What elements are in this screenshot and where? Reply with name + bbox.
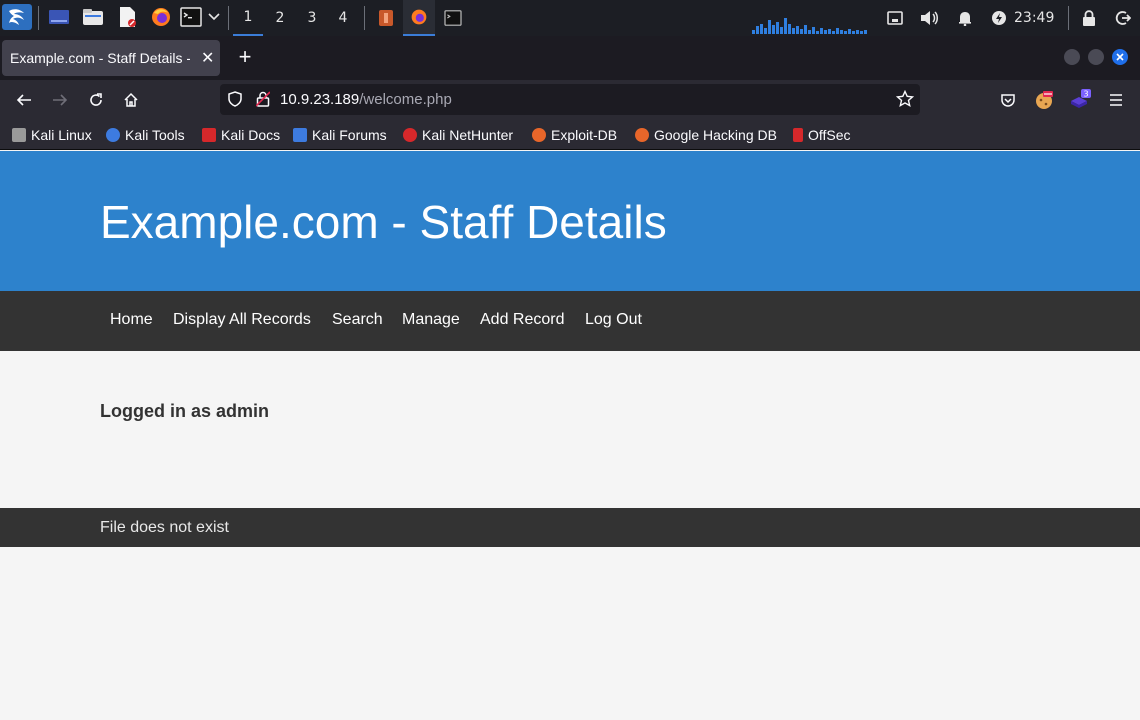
cookie-extension-icon[interactable] <box>1031 87 1057 113</box>
close-icon <box>1116 53 1124 61</box>
bookmark-kali-forums[interactable]: Kali Forums <box>293 126 387 144</box>
close-window-button[interactable] <box>1112 49 1128 65</box>
reload-icon <box>90 93 102 106</box>
kali-forums-icon <box>293 128 307 142</box>
kali-menu-button[interactable] <box>2 4 32 30</box>
bookmark-google-hacking-db[interactable]: Google Hacking DB <box>635 126 777 144</box>
bookmark-kali-tools[interactable]: Kali Tools <box>106 126 185 144</box>
site-footer: File does not exist <box>0 508 1140 547</box>
tracking-protection-shield-icon[interactable] <box>222 86 248 112</box>
panel-separator <box>364 6 365 30</box>
bookmark-label: OffSec <box>808 127 851 143</box>
maximize-button[interactable] <box>1088 49 1104 65</box>
taskbar-burp-icon[interactable] <box>370 0 402 36</box>
insecure-lock-icon[interactable] <box>250 86 276 112</box>
bookmark-kali-docs[interactable]: Kali Docs <box>202 126 280 144</box>
nav-search-link[interactable]: Search <box>332 311 383 329</box>
logout-icon[interactable] <box>1112 0 1134 36</box>
network-icon[interactable] <box>884 0 906 36</box>
lock-screen-icon[interactable] <box>1078 0 1100 36</box>
back-button[interactable] <box>11 87 37 113</box>
nav-home-link[interactable]: Home <box>110 311 153 329</box>
power-manager-icon[interactable] <box>988 0 1010 36</box>
kali-tools-icon <box>106 128 120 142</box>
bookmark-label: Kali NetHunter <box>422 127 514 143</box>
offsec-icon <box>793 128 803 142</box>
bookmark-offsec[interactable]: OffSec <box>793 126 851 144</box>
bookmark-kali-nethunter[interactable]: Kali NetHunter <box>403 126 513 144</box>
new-tab-button[interactable]: + <box>234 44 256 70</box>
forward-button[interactable] <box>47 87 73 113</box>
tab-title: Example.com - Staff Details - Mozilla Fi… <box>10 50 190 66</box>
terminal-launcher-icon[interactable] <box>180 4 202 30</box>
tab-close-icon[interactable]: ✕ <box>201 48 214 68</box>
extension-badge-icon[interactable]: 3 <box>1067 87 1093 113</box>
bookmark-exploit-db[interactable]: Exploit-DB <box>532 126 617 144</box>
text-editor-icon[interactable] <box>114 4 140 30</box>
pocket-icon[interactable] <box>995 87 1021 113</box>
browser-tab[interactable]: Example.com - Staff Details - Mozilla Fi… <box>2 40 220 76</box>
panel-separator <box>38 6 39 30</box>
taskbar-firefox-icon[interactable] <box>403 0 435 36</box>
site-nav: Home Display All Records Search Manage A… <box>0 291 1140 351</box>
bookmark-label: Kali Linux <box>31 127 92 143</box>
nav-log-out-link[interactable]: Log Out <box>585 311 642 329</box>
url-path: /welcome.php <box>359 91 452 108</box>
panel-separator <box>228 6 229 30</box>
nav-display-all-records-link[interactable]: Display All Records <box>173 311 311 329</box>
workspace-2[interactable]: 2 <box>265 0 295 36</box>
kali-docs-icon <box>202 128 216 142</box>
home-button[interactable] <box>118 87 144 113</box>
chevron-down-icon[interactable] <box>206 4 222 30</box>
site-title: Example.com - Staff Details <box>100 196 667 248</box>
bookmark-star-icon[interactable] <box>892 86 918 112</box>
workspace-4[interactable]: 4 <box>328 0 358 36</box>
top-panel: 1 2 3 4 23:49 <box>0 0 1140 36</box>
nav-add-record-link[interactable]: Add Record <box>480 311 565 329</box>
url-text[interactable]: 10.9.23.189/welcome.php <box>280 91 452 108</box>
kali-dragon-icon <box>12 128 26 142</box>
bookmark-kali-linux[interactable]: Kali Linux <box>12 126 92 144</box>
taskbar-terminal-icon[interactable] <box>437 0 469 36</box>
bookmark-label: Exploit-DB <box>551 127 618 143</box>
hamburger-menu-icon[interactable] <box>1103 87 1129 113</box>
workspace-1[interactable]: 1 <box>233 0 263 36</box>
ghdb-icon <box>635 128 649 142</box>
kali-dragon-icon <box>9 9 24 25</box>
cpu-graph <box>752 18 867 34</box>
reload-button[interactable] <box>83 87 109 113</box>
footer-message: File does not exist <box>100 519 229 536</box>
panel-separator <box>1068 6 1069 30</box>
file-manager-icon[interactable] <box>80 4 106 30</box>
nav-manage-link[interactable]: Manage <box>402 311 460 329</box>
web-page: Example.com - Staff Details Home Display… <box>0 151 1140 720</box>
bookmark-label: Kali Tools <box>125 127 185 143</box>
logged-in-heading: Logged in as admin <box>100 401 270 421</box>
extension-badge-count: 3 <box>1083 90 1088 99</box>
nethunter-icon <box>403 128 417 142</box>
bookmark-label: Kali Docs <box>221 127 281 143</box>
panel-clock[interactable]: 23:49 <box>1014 0 1054 36</box>
url-host: 10.9.23.189 <box>280 91 360 108</box>
notifications-bell-icon[interactable] <box>954 0 976 36</box>
forward-arrow-icon <box>53 94 68 106</box>
bookmark-label: Kali Forums <box>312 127 387 143</box>
workspace-3[interactable]: 3 <box>297 0 327 36</box>
firefox-launcher-icon[interactable] <box>148 4 174 30</box>
show-desktop-icon[interactable] <box>46 4 72 30</box>
exploit-db-icon <box>532 128 546 142</box>
bookmark-label: Google Hacking DB <box>654 127 777 143</box>
minimize-button[interactable] <box>1064 49 1080 65</box>
back-arrow-icon <box>16 94 31 106</box>
volume-icon[interactable] <box>918 0 942 36</box>
home-icon <box>124 92 138 107</box>
site-header: Example.com - Staff Details <box>0 151 1140 291</box>
